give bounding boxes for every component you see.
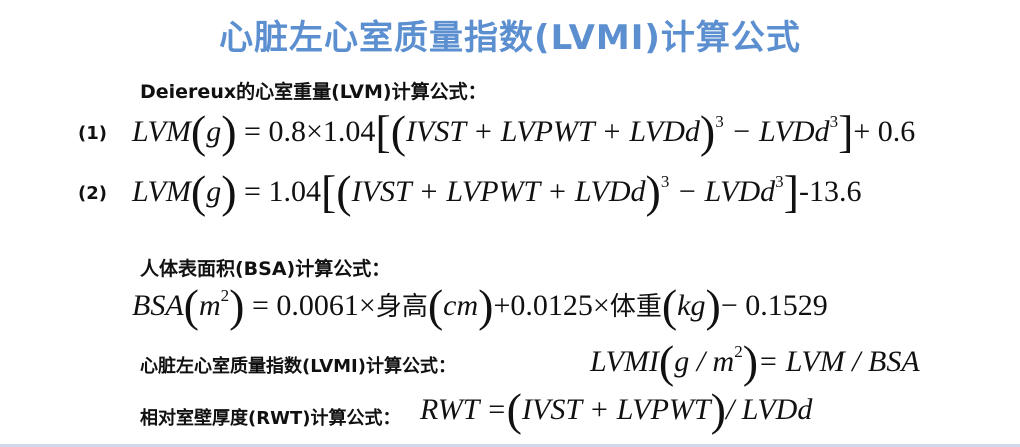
bsa-u2: kg — [677, 289, 706, 322]
formula-2-lhs: LVM — [132, 175, 191, 208]
formula-1-lhs: LVM — [132, 115, 191, 148]
formula-2-coef: = 1.04 — [244, 175, 321, 208]
rwt-rhs: / LVDd — [725, 393, 813, 426]
lvmi-sq: 2 — [734, 342, 743, 361]
bsa-u1: cm — [443, 289, 479, 322]
devereux-label: Deiereux的心室重量(LVM)计算公式： — [140, 81, 487, 103]
formula-2-inner: IVST + LVPWT + LVDd — [351, 175, 646, 208]
formula-bsa: BSA(m2) = 0.0061×身高(cm)+0.0125×体重(kg)− 0… — [132, 280, 828, 331]
formula-1-tail: + 0.6 — [853, 115, 916, 148]
page-title: 心脏左心室质量指数(LVMI)计算公式 — [219, 18, 801, 58]
rwt-lhs: RWT = — [420, 393, 507, 426]
bsa-lhs: BSA — [132, 289, 184, 322]
bsa-unit: m — [198, 289, 221, 322]
rwt-inner: IVST + LVPWT — [522, 393, 711, 426]
formula-lvmi: LVMI(g / m2)= LVM / BSA — [590, 336, 920, 387]
formula-1-cube-2: 3 — [829, 112, 839, 131]
formula-1-index: (1) — [78, 123, 107, 144]
formula-1-coef: = 0.8×1.04 — [244, 115, 376, 148]
formula-1-cube: 3 — [715, 112, 724, 131]
formula-2-unit: g — [206, 175, 222, 208]
bsa-sq: 2 — [220, 286, 230, 305]
formula-2-index: (2) — [78, 183, 107, 204]
formula-2-cube-2: 3 — [775, 172, 784, 191]
formula-2-tail: -13.6 — [798, 175, 862, 208]
rwt-label: 相对室壁厚度(RWT)计算公式： — [140, 408, 401, 429]
bsa-label: 人体表面积(BSA)计算公式： — [140, 258, 391, 280]
formula-2-minus: − LVDd — [676, 175, 776, 208]
bsa-weight-word: 体重 — [609, 292, 662, 322]
formula-1-minus: − LVDd — [731, 115, 830, 148]
lvmi-lhs: LVMI — [590, 345, 659, 378]
lvmi-rhs: = LVM / BSA — [758, 345, 920, 378]
bsa-c1: = 0.0061× — [251, 289, 376, 322]
bsa-c2: +0.0125× — [493, 289, 610, 322]
formula-2-cube: 3 — [660, 172, 670, 191]
formula-2: LVM(g) = 1.04[(IVST + LVPWT + LVDd)3 − L… — [132, 166, 862, 217]
formula-1-unit: g — [206, 115, 222, 148]
formula-1: LVM(g) = 0.8×1.04[(IVST + LVPWT + LVDd)3… — [132, 106, 916, 157]
formula-1-inner: IVST + LVPWT + LVDd — [406, 115, 700, 148]
bsa-tail: − 0.1529 — [720, 289, 828, 322]
lvmi-label: 心脏左心室质量指数(LVMI)计算公式： — [140, 356, 456, 377]
bsa-height-word: 身高 — [375, 292, 428, 322]
formula-rwt: RWT =(IVST + LVPWT)/ LVDd — [420, 384, 813, 435]
lvmi-unit: g / m — [674, 345, 735, 378]
